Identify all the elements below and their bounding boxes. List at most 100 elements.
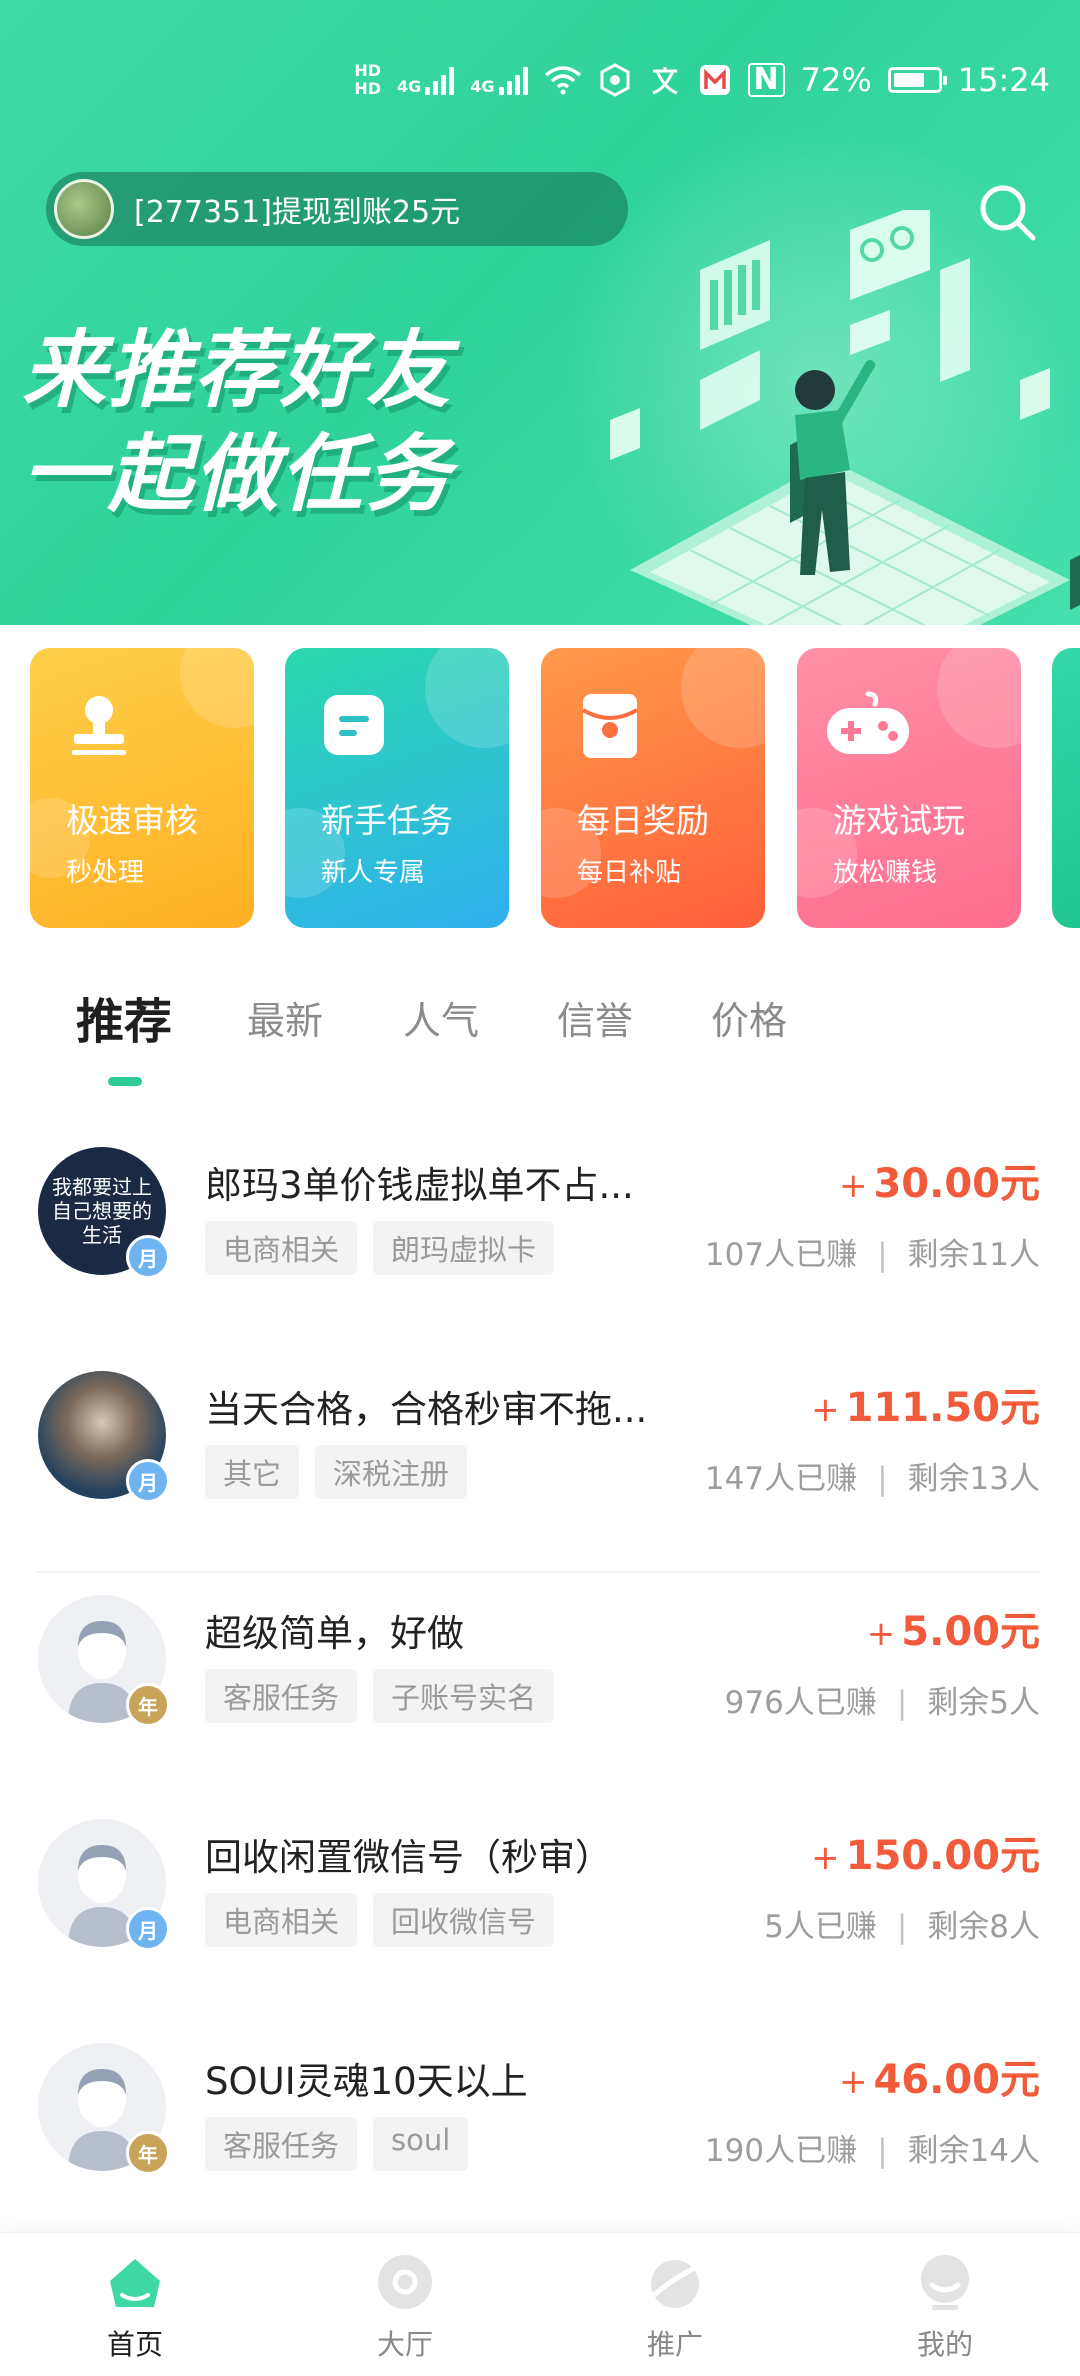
status-bar: HD HD 4G 4G N 72% 15:24: [354, 52, 1050, 108]
category-card-partial[interactable]: [1052, 648, 1080, 928]
nav-label: 推广: [646, 2328, 703, 2361]
tab-recommend[interactable]: 推荐: [76, 982, 172, 1052]
task-price: +111.50元: [811, 1375, 1040, 1433]
task-price: +46.00元: [839, 2047, 1040, 2105]
member-badge: 年: [126, 2131, 170, 2175]
category-title: 游戏试玩: [833, 801, 965, 840]
profile-icon: [921, 2255, 969, 2310]
category-title: 新手任务: [321, 801, 453, 840]
task-stats: 107人已赚 | 剩余11人: [705, 1229, 1040, 1274]
task-row[interactable]: 月 回收闲置微信号（秒审） +150.00元 电商相关 回收微信号 5人已赚 | 剩…: [0, 1797, 1080, 2021]
price-plus: +: [811, 1838, 840, 1878]
task-tag: 电商相关: [205, 1893, 358, 1947]
tab-reputation[interactable]: 信誉: [557, 990, 633, 1045]
task-list: 我都要过上自己想要的生活 月 郎玛3单价钱虚拟单不占... +30.00元 电商…: [0, 1125, 1080, 2245]
nav-label: 我的: [916, 2328, 973, 2361]
clock: 15:24: [957, 61, 1050, 99]
task-row[interactable]: 我都要过上自己想要的生活 月 郎玛3单价钱虚拟单不占... +30.00元 电商…: [0, 1125, 1080, 1349]
nav-hall[interactable]: 大厅: [330, 2233, 480, 2376]
price-value: 30.00元: [873, 1161, 1040, 1207]
price-value: 46.00元: [873, 2057, 1040, 2103]
task-tabs: 推荐 最新 人气 信誉 价格: [0, 990, 1080, 1090]
stats-separator: |: [896, 1909, 908, 1945]
bank-app-icon: [699, 65, 730, 95]
task-row[interactable]: 月 当天合格，合格秒审不拖... +111.50元 其它 深税注册 147人已赚…: [0, 1349, 1080, 1573]
remaining-count: 剩余14人: [907, 2133, 1040, 2169]
member-badge: 年: [126, 1683, 170, 1727]
task-stats: 190人已赚 | 剩余14人: [705, 2125, 1040, 2170]
nav-promote[interactable]: 推广: [600, 2233, 750, 2376]
category-card-fast-review[interactable]: 极速审核 秒处理: [30, 648, 254, 928]
tab-active-indicator: [108, 1077, 142, 1086]
category-subtitle: 每日补贴: [577, 858, 682, 888]
tab-popular[interactable]: 人气: [403, 990, 479, 1045]
nav-label: 首页: [106, 2328, 163, 2361]
card-bubble: [681, 648, 765, 748]
tab-price[interactable]: 价格: [711, 990, 787, 1045]
stats-separator: |: [896, 1685, 908, 1721]
category-card-newbie-task[interactable]: 新手任务 新人专属: [285, 648, 509, 928]
task-title: 超级简单，好做: [205, 1612, 464, 1655]
price-value: 5.00元: [901, 1609, 1040, 1655]
promote-icon: [651, 2260, 699, 2308]
price-plus: +: [866, 1614, 896, 1654]
hero-banner[interactable]: HD HD 4G 4G N 72% 15:24 [277351]提现到账25元 …: [0, 0, 1080, 625]
network-type-1: 4G: [397, 77, 422, 96]
hall-icon: [378, 2255, 432, 2309]
member-badge: 月: [126, 1907, 170, 1951]
category-card-daily-reward[interactable]: 每日奖励 每日补贴: [541, 648, 765, 928]
category-subtitle: 放松赚钱: [833, 858, 938, 888]
task-tag: 客服任务: [205, 2117, 358, 2171]
price-plus: +: [811, 1390, 840, 1430]
avatar: 月: [38, 1819, 170, 1951]
card-bubble: [425, 648, 509, 748]
remaining-count: 剩余13人: [907, 1461, 1040, 1497]
battery-fill: [893, 73, 924, 87]
signal-bars-icon: [498, 65, 528, 95]
category-subtitle: 新人专属: [321, 858, 426, 888]
remaining-count: 剩余11人: [907, 1237, 1040, 1273]
member-badge: 月: [126, 1235, 170, 1279]
task-stats: 147人已赚 | 剩余13人: [705, 1453, 1040, 1498]
price-value: 150.00元: [845, 1833, 1040, 1879]
battery-icon: [887, 67, 947, 93]
price-plus: +: [838, 2062, 868, 2102]
category-title: 每日奖励: [577, 801, 709, 840]
avatar: 月: [38, 1371, 170, 1503]
notice-avatar: [54, 179, 114, 239]
network-type-2: 4G: [470, 77, 495, 96]
task-tag: 子账号实名: [373, 1669, 555, 1723]
task-row[interactable]: 年 超级简单，好做 +5.00元 客服任务 子账号实名 976人已赚 | 剩余5人: [0, 1573, 1080, 1797]
tab-latest[interactable]: 最新: [247, 990, 323, 1045]
banner-slogan: 来推荐好友 一起做任务: [22, 318, 452, 526]
task-price: +30.00元: [839, 1151, 1040, 1209]
hd-indicators: HD HD: [354, 63, 381, 97]
battery-percent: 72%: [800, 61, 872, 99]
stats-separator: |: [877, 1461, 888, 1497]
task-tags: 电商相关 回收微信号: [205, 1893, 555, 1947]
task-stats: 976人已赚 | 剩余5人: [725, 1677, 1040, 1722]
task-tag: 电商相关: [205, 1221, 358, 1275]
task-row[interactable]: 年 SOUI灵魂10天以上 +46.00元 客服任务 soul 190人已赚 | 剩…: [0, 2021, 1080, 2245]
task-tag: 其它: [205, 1445, 300, 1499]
category-subtitle: 秒处理: [66, 858, 145, 888]
earned-count: 976人已赚: [724, 1685, 877, 1721]
task-tags: 电商相关 朗玛虚拟卡: [205, 1221, 555, 1275]
home-icon: [110, 2259, 160, 2307]
hd-label-1: HD: [354, 61, 382, 80]
task-tags: 其它 深税注册: [205, 1445, 468, 1499]
nav-profile[interactable]: 我的: [870, 2233, 1020, 2376]
task-title: 回收闲置微信号（秒审）: [205, 1836, 612, 1879]
task-price: +150.00元: [811, 1823, 1040, 1881]
earned-count: 190人已赚: [704, 2133, 858, 2169]
nav-home[interactable]: 首页: [60, 2233, 210, 2376]
wifi-icon: [544, 66, 581, 95]
withdraw-notice[interactable]: [277351]提现到账25元: [46, 172, 628, 246]
task-tag: soul: [373, 2117, 469, 2171]
category-cards: 极速审核 秒处理 新手任务 新人专属 每日奖励 每日补贴 游戏试玩 放松赚钱: [0, 648, 1080, 933]
task-tags: 客服任务 子账号实名: [205, 1669, 555, 1723]
category-card-game-trial[interactable]: 游戏试玩 放松赚钱: [797, 648, 1021, 928]
bottom-nav: 首页 大厅 推广 我的: [0, 2232, 1080, 2376]
stamp-icon: [72, 696, 126, 755]
price-plus: +: [838, 1166, 868, 1206]
